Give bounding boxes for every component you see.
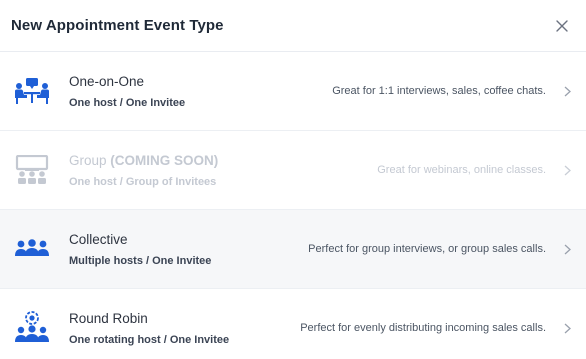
event-type-description: Perfect for group interviews, or group s… (308, 243, 546, 255)
event-type-round-robin[interactable]: Round Robin One rotating host / One Invi… (0, 289, 586, 359)
event-type-collective[interactable]: Collective Multiple hosts / One Invitee … (0, 210, 586, 289)
event-type-name: Collective (69, 231, 128, 247)
dialog-title: New Appointment Event Type (11, 17, 224, 34)
one-on-one-icon (14, 73, 50, 109)
event-type-group: Group (COMING SOON) One host / Group of … (0, 131, 586, 210)
collective-icon (14, 231, 50, 267)
event-type-subtitle: One rotating host / One Invitee (69, 333, 230, 346)
close-icon (556, 19, 568, 32)
chevron-right-icon (562, 244, 572, 255)
event-type-subtitle: One host / One Invitee (69, 96, 186, 109)
event-type-one-on-one[interactable]: One-on-One One host / One Invitee Great … (0, 52, 586, 131)
chevron-right-icon (562, 323, 572, 334)
event-type-description: Great for 1:1 interviews, sales, coffee … (332, 85, 546, 97)
event-type-description: Perfect for evenly distributing incoming… (300, 322, 546, 334)
event-type-subtitle: Multiple hosts / One Invitee (69, 254, 212, 267)
event-type-name: One-on-One (69, 73, 145, 89)
chevron-right-icon (562, 86, 572, 97)
event-type-description: Great for webinars, online classes. (377, 164, 546, 176)
event-type-name: Round Robin (69, 310, 148, 326)
new-appointment-event-type-dialog: New Appointment Event Type One-on-One On… (0, 0, 586, 359)
close-button[interactable] (550, 14, 574, 38)
event-type-subtitle: One host / Group of Invitees (69, 175, 217, 188)
event-type-name: Group (COMING SOON) (69, 152, 219, 168)
coming-soon-label: (COMING SOON) (110, 152, 219, 168)
chevron-right-icon (562, 165, 572, 176)
round-robin-icon (14, 310, 50, 346)
group-presentation-icon (14, 152, 50, 188)
dialog-header: New Appointment Event Type (0, 0, 586, 52)
